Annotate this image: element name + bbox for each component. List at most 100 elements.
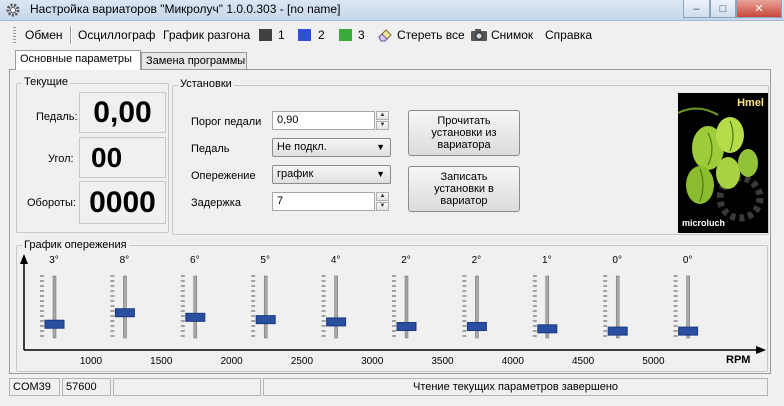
advance-slider-track[interactable] bbox=[123, 275, 127, 339]
advance-slider-track[interactable] bbox=[263, 275, 268, 339]
hops-logo-image bbox=[678, 107, 764, 222]
logo-bottom-text: microluch bbox=[682, 218, 726, 228]
advance-slider-track[interactable] bbox=[334, 275, 338, 339]
rpm-label: Обороты: bbox=[27, 197, 76, 209]
x-axis-arrow-icon bbox=[756, 346, 766, 354]
angle-label: 0° bbox=[612, 255, 622, 266]
advance-slider-thumb[interactable] bbox=[678, 326, 699, 336]
angle-label: 0° bbox=[683, 255, 693, 266]
advance-label: Опережение bbox=[191, 170, 256, 182]
settings-group-title: Установки bbox=[178, 78, 234, 90]
angle-label: 3° bbox=[49, 255, 59, 266]
pedal-mode-select[interactable]: Не подкл. ▼ bbox=[272, 138, 391, 157]
angle-label: Угол: bbox=[48, 153, 74, 165]
pedal-threshold-label: Порог педали bbox=[191, 116, 262, 128]
y-axis-arrow-icon bbox=[20, 254, 28, 264]
maximize-button[interactable]: □ bbox=[710, 0, 736, 18]
advance-slider-thumb[interactable] bbox=[326, 317, 347, 327]
status-message: Чтение текущих параметров завершено bbox=[263, 378, 768, 396]
hops-logo: Hmel microluch bbox=[678, 93, 768, 233]
menu-bar: Обмен Осциллограф График разгона 1 2 3 С… bbox=[0, 21, 784, 48]
menu-oscilloscope[interactable]: Осциллограф bbox=[78, 28, 155, 42]
advance-slider-thumb[interactable] bbox=[255, 315, 276, 325]
angle-label: 8° bbox=[120, 255, 130, 266]
chevron-down-icon: ▼ bbox=[376, 142, 385, 152]
status-baud: 57600 bbox=[62, 378, 111, 396]
pedal-mode-label: Педаль bbox=[191, 143, 230, 155]
advance-value: график bbox=[277, 168, 314, 180]
chevron-down-icon: ▼ bbox=[376, 169, 385, 179]
angle-label: 4° bbox=[331, 255, 341, 266]
angle-readout: 00 bbox=[79, 137, 166, 178]
advance-slider-thumb[interactable] bbox=[114, 308, 135, 318]
menu-slot-1[interactable]: 1 bbox=[278, 28, 285, 42]
x-tick-label: 3500 bbox=[431, 356, 454, 367]
x-axis-label: RPM bbox=[726, 354, 751, 366]
status-port: COM39 bbox=[9, 378, 60, 396]
pedal-readout: 0,00 bbox=[79, 92, 166, 133]
tab-main-params[interactable]: Основные параметры bbox=[15, 50, 141, 70]
minimize-button[interactable]: – bbox=[683, 0, 710, 18]
spin-up-icon[interactable]: ▲ bbox=[376, 111, 389, 120]
slot1-color-icon bbox=[259, 29, 272, 41]
x-tick-label: 5000 bbox=[642, 356, 665, 367]
menu-slot-2[interactable]: 2 bbox=[318, 28, 325, 42]
pedal-mode-value: Не подкл. bbox=[277, 141, 327, 153]
angle-label: 5° bbox=[260, 255, 270, 266]
slot3-color-icon bbox=[339, 29, 352, 41]
toolbar-grip bbox=[13, 27, 16, 43]
menu-snapshot[interactable]: Снимок bbox=[491, 28, 533, 42]
delay-input[interactable]: 7 bbox=[272, 192, 375, 211]
x-tick-label: 4500 bbox=[572, 356, 595, 367]
rpm-readout: 0000 bbox=[79, 181, 166, 224]
chart-axes bbox=[20, 254, 766, 354]
gear-icon bbox=[6, 3, 20, 17]
logo-top-text: Hmel bbox=[737, 97, 764, 109]
write-settings-button[interactable]: Записать установки в вариатор bbox=[408, 166, 520, 212]
advance-chart: 3° 8° 6° 5° 4° 2° 2° 1° 0° 0° 1000 1500 2000 2500 3000… bbox=[20, 254, 766, 367]
x-tick-label: 3000 bbox=[361, 356, 384, 367]
slot2-color-icon bbox=[298, 29, 311, 41]
x-tick-label: 2500 bbox=[291, 356, 314, 367]
current-group-title: Текущие bbox=[22, 76, 70, 88]
advance-slider-thumb[interactable] bbox=[44, 319, 65, 329]
x-tick-label: 2000 bbox=[220, 356, 243, 367]
menu-exchange[interactable]: Обмен bbox=[25, 28, 63, 42]
advance-slider-thumb[interactable] bbox=[537, 324, 558, 334]
window-title: Настройка вариаторов "Микролуч" 1.0.0.30… bbox=[30, 2, 341, 16]
menu-accel-chart[interactable]: График разгона bbox=[163, 28, 250, 42]
pedal-threshold-input[interactable]: 0,90 bbox=[272, 111, 375, 130]
spin-up-icon[interactable]: ▲ bbox=[376, 192, 389, 201]
eraser-icon bbox=[378, 29, 392, 42]
close-button[interactable]: ✕ bbox=[736, 0, 782, 18]
read-settings-button[interactable]: Прочитать установки из вариатора bbox=[408, 110, 520, 156]
advance-slider-thumb[interactable] bbox=[396, 322, 417, 332]
advance-chart-title: График опережения bbox=[22, 239, 129, 251]
tab-program-replace[interactable]: Замена программы bbox=[141, 52, 247, 69]
x-tick-label: 4000 bbox=[502, 356, 525, 367]
spin-down-icon[interactable]: ▼ bbox=[376, 202, 389, 211]
menu-separator bbox=[70, 26, 72, 44]
advance-slider-thumb[interactable] bbox=[607, 326, 628, 336]
status-empty bbox=[113, 378, 261, 396]
advance-slider-thumb[interactable] bbox=[466, 322, 487, 332]
delay-spinner[interactable]: ▲ ▼ bbox=[376, 192, 389, 211]
camera-icon bbox=[471, 29, 487, 41]
spin-down-icon[interactable]: ▼ bbox=[376, 121, 389, 130]
delay-label: Задержка bbox=[191, 197, 241, 209]
advance-select[interactable]: график ▼ bbox=[272, 165, 391, 184]
advance-slider-track[interactable] bbox=[193, 275, 198, 339]
angle-label: 6° bbox=[190, 255, 200, 266]
x-tick-label: 1000 bbox=[80, 356, 103, 367]
angle-label: 2° bbox=[472, 255, 482, 266]
advance-slider-thumb[interactable] bbox=[185, 312, 206, 322]
pedal-label: Педаль: bbox=[36, 111, 78, 123]
angle-label: 1° bbox=[542, 255, 552, 266]
angle-label: 2° bbox=[401, 255, 411, 266]
title-bar: Настройка вариаторов "Микролуч" 1.0.0.30… bbox=[0, 0, 784, 21]
pedal-threshold-spinner[interactable]: ▲ ▼ bbox=[376, 111, 389, 130]
x-tick-label: 1500 bbox=[150, 356, 173, 367]
menu-help[interactable]: Справка bbox=[545, 28, 592, 42]
menu-slot-3[interactable]: 3 bbox=[358, 28, 365, 42]
menu-erase-all[interactable]: Стереть все bbox=[397, 28, 465, 42]
